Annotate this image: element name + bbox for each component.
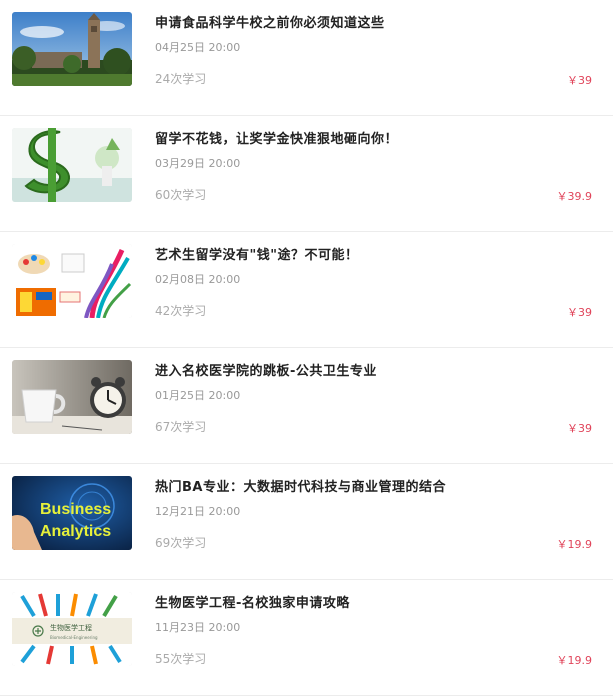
course-price: ￥19.9 <box>556 654 593 667</box>
course-title[interactable]: 进入名校医学院的跳板-公共卫生专业 <box>155 360 377 379</box>
course-date: 11月23日 20:00 <box>155 621 241 634</box>
scholarship-photo <box>12 128 132 202</box>
course-price: ￥39 <box>567 422 592 435</box>
course-title[interactable]: 生物医学工程-名校独家申请攻略 <box>155 592 350 611</box>
course-learn-count: 55次学习 <box>155 652 207 666</box>
course-date: 03月29日 20:00 <box>155 157 241 170</box>
course-date: 01月25日 20:00 <box>155 389 241 402</box>
course-learn-count: 60次学习 <box>155 188 207 202</box>
business-analytics-image[interactable]: Business Analytics <box>12 476 132 550</box>
course-title[interactable]: 申请食品科学牛校之前你必须知道这些 <box>155 12 385 31</box>
clock-tower-campus-image[interactable] <box>12 12 132 86</box>
alarm-clock-mug-image[interactable] <box>12 360 132 434</box>
business-photo: Business Analytics <box>12 476 132 550</box>
course-learn-count: 69次学习 <box>155 536 207 550</box>
course-item[interactable]: 申请食品科学牛校之前你必须知道这些 04月25日 20:00 24次学习 ￥39 <box>0 0 613 116</box>
course-date: 12月21日 20:00 <box>155 505 241 518</box>
course-date: 02月08日 20:00 <box>155 273 241 286</box>
thumb-text-en: Biomedical-Engineering <box>50 635 98 640</box>
course-title[interactable]: 艺术生留学没有"钱"途？不可能！ <box>155 244 359 263</box>
thumb-text-analytics: Analytics <box>40 523 111 540</box>
course-item[interactable]: 艺术生留学没有"钱"途？不可能！ 02月08日 20:00 42次学习 ￥39 <box>0 232 613 348</box>
biomedical-photo: 生物医学工程 Biomedical-Engineering <box>12 592 132 666</box>
course-item[interactable]: 留学不花钱，让奖学金快准狠地砸向你！ 03月29日 20:00 60次学习 ￥3… <box>0 116 613 232</box>
course-item[interactable]: Business Analytics 热门BA专业：大数据时代科技与商业管理的结… <box>0 464 613 580</box>
course-price: ￥39.9 <box>556 190 593 203</box>
green-dollar-sign-image[interactable] <box>12 128 132 202</box>
biomedical-engineering-image[interactable]: 生物医学工程 Biomedical-Engineering <box>12 592 132 666</box>
course-learn-count: 24次学习 <box>155 72 207 86</box>
art-photo <box>12 244 132 318</box>
course-learn-count: 67次学习 <box>155 420 207 434</box>
course-item[interactable]: 生物医学工程 Biomedical-Engineering 生物医学工程-名校独… <box>0 580 613 696</box>
course-price: ￥39 <box>567 74 592 87</box>
art-painting-image[interactable] <box>12 244 132 318</box>
thumb-text-cn: 生物医学工程 <box>50 623 92 632</box>
campus-photo <box>12 12 132 86</box>
course-price: ￥19.9 <box>556 538 593 551</box>
course-list: 申请食品科学牛校之前你必须知道这些 04月25日 20:00 24次学习 ￥39… <box>0 0 613 696</box>
course-title[interactable]: 热门BA专业：大数据时代科技与商业管理的结合 <box>155 476 446 495</box>
course-price: ￥39 <box>567 306 592 319</box>
course-title[interactable]: 留学不花钱，让奖学金快准狠地砸向你！ <box>155 128 398 147</box>
clock-photo <box>12 360 132 434</box>
course-item[interactable]: 进入名校医学院的跳板-公共卫生专业 01月25日 20:00 67次学习 ￥39 <box>0 348 613 464</box>
course-learn-count: 42次学习 <box>155 304 207 318</box>
course-date: 04月25日 20:00 <box>155 41 241 54</box>
thumb-text-business: Business <box>40 501 111 518</box>
